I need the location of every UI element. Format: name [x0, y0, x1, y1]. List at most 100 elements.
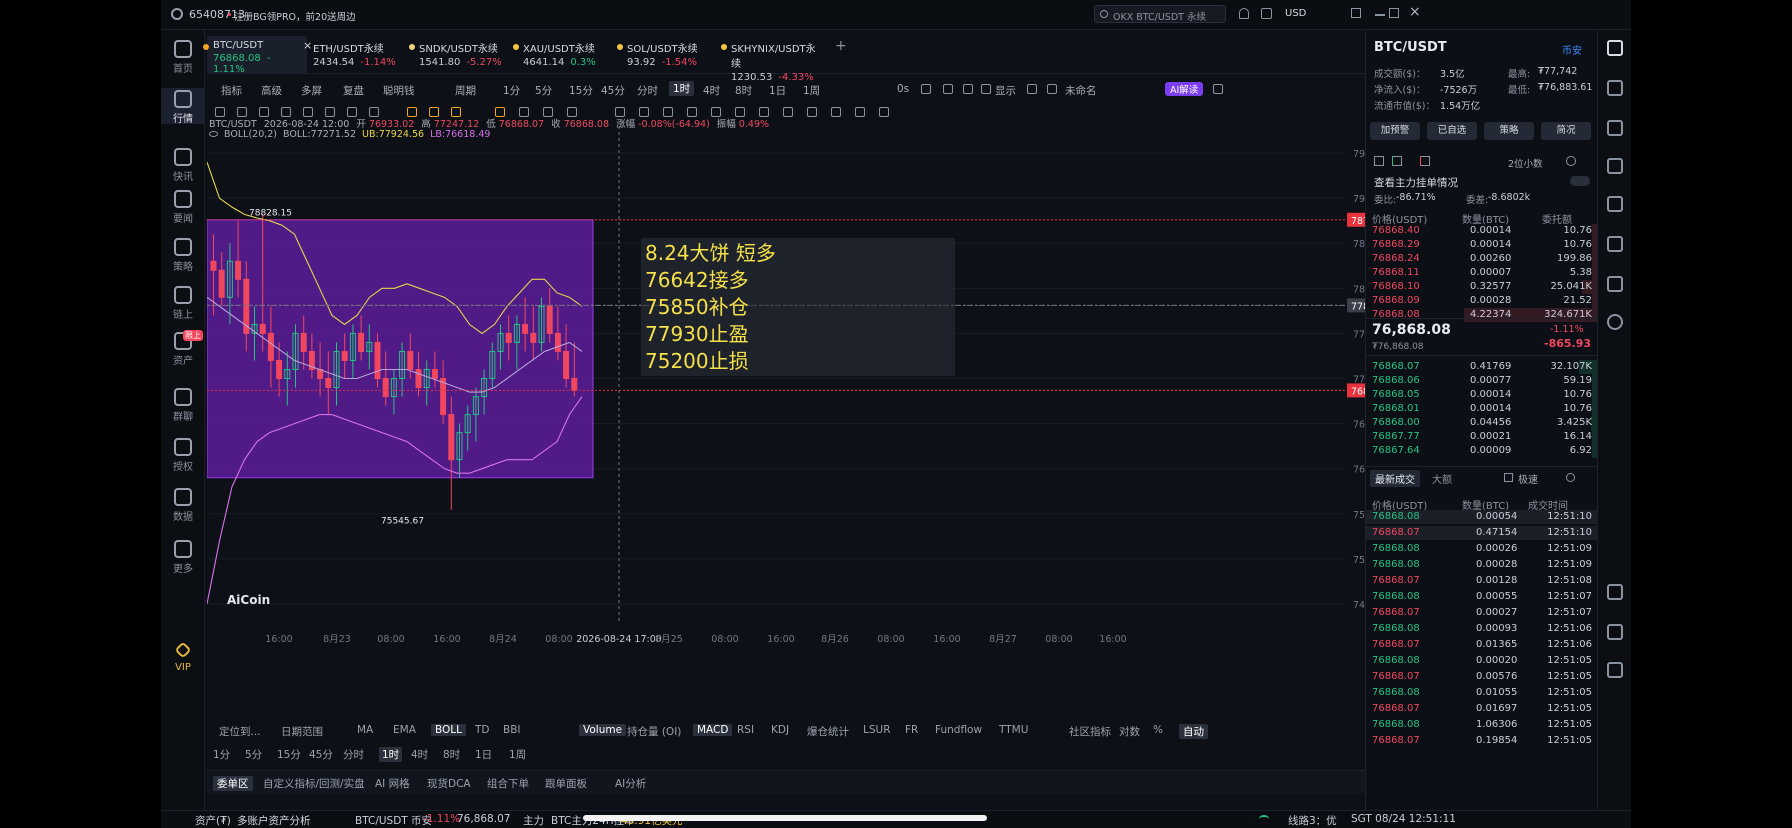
panel-tab-6[interactable]: AI分析 [615, 776, 646, 791]
settings-icon[interactable] [1047, 84, 1057, 94]
wallet-panel-icon[interactable] [1607, 120, 1623, 136]
panel-tab-0[interactable]: 委单区 [213, 776, 253, 791]
nav-item-4[interactable]: 策略 [161, 236, 205, 273]
trash-icon[interactable] [831, 107, 841, 117]
fullscreen-icon[interactable] [1027, 84, 1037, 94]
candle-down[interactable] [210, 260, 217, 271]
toolbar-item-4[interactable]: 聪明钱 [383, 83, 415, 98]
toolbar-item-12[interactable]: 4时 [703, 83, 720, 98]
translate-icon[interactable] [1261, 8, 1272, 19]
window-minimize-icon[interactable] [1375, 14, 1385, 16]
toolbar-item-15[interactable]: 1周 [803, 83, 820, 98]
candle-down[interactable] [218, 269, 225, 298]
candle-down[interactable] [259, 323, 266, 334]
orderbook-row[interactable]: 76868.10 0.32577 25.041K [1366, 280, 1598, 294]
eye-icon[interactable] [209, 131, 218, 137]
orderbook-row[interactable]: 76868.05 0.00014 10.76 [1366, 388, 1598, 402]
redo-icon[interactable] [879, 107, 889, 117]
indicator-1[interactable]: 日期范围 [281, 724, 323, 739]
tab-large-trades[interactable]: 大额 [1432, 471, 1452, 486]
chart-area[interactable]: 79500.0079000.0078500.0078000.0077500.00… [206, 119, 1525, 696]
interval-5[interactable]: 1时 [379, 747, 403, 762]
line-status[interactable]: 线路3：优 [1288, 813, 1337, 828]
indicator-10[interactable]: RSI [737, 724, 754, 736]
candle-down[interactable] [235, 260, 242, 280]
ticker-pair[interactable]: BTC/USDT 币安 [355, 813, 432, 828]
candlestick-chart[interactable]: 79500.0079000.0078500.0078000.0077500.00… [206, 126, 1525, 696]
interval-9[interactable]: 1周 [509, 747, 526, 762]
depth-toggle[interactable] [1570, 176, 1590, 186]
nav-item-1[interactable]: 行情 [161, 88, 205, 125]
indicator-16[interactable]: TTMU [999, 724, 1028, 736]
add-tab-icon[interactable]: + [835, 38, 847, 54]
orderbook-view-icon[interactable] [1374, 156, 1384, 166]
depth-title[interactable]: 查看主力挂单情况 [1374, 175, 1458, 190]
headset-icon[interactable] [1607, 624, 1623, 640]
nav-item-8[interactable]: 授权 [161, 436, 205, 473]
toolbar-right-0[interactable]: 0s [897, 83, 909, 95]
decimals-select[interactable]: 2位小数 [1508, 156, 1543, 170]
indicator-7[interactable]: Volume [579, 724, 627, 736]
candle-down[interactable] [415, 368, 422, 389]
indicator-19[interactable]: % [1153, 724, 1163, 736]
orderbook-asks-icon[interactable] [1420, 156, 1430, 166]
tab-symbol-4[interactable]: SOL/USDT永续 93.92 -1.54% [617, 36, 721, 74]
candle-down[interactable] [407, 350, 414, 370]
notice-link[interactable]: 注册BG领PRO，前20送周边 [234, 9, 356, 23]
window-icon[interactable] [963, 84, 973, 94]
toolbar-item-1[interactable]: 高级 [261, 83, 282, 98]
candle-down[interactable] [546, 305, 553, 334]
pencil-icon[interactable] [943, 84, 953, 94]
assets-label[interactable]: 资产(₮) [195, 813, 231, 828]
monitor-icon[interactable] [1607, 236, 1623, 252]
toolbar-right-2[interactable]: 未命名 [1065, 83, 1097, 98]
panel-tab-3[interactable]: 现货DCA [427, 776, 471, 791]
doc-list-icon[interactable] [1607, 80, 1623, 96]
interval-0[interactable]: 1分 [213, 747, 230, 762]
toolbar-item-2[interactable]: 多屏 [301, 83, 322, 98]
orderbook-row[interactable]: 76868.11 0.00007 5.38 [1366, 266, 1598, 280]
window-close-icon[interactable]: × [1409, 4, 1421, 20]
orderbook-row[interactable]: 76868.00 0.04456 3.425K [1366, 416, 1598, 430]
orderbook-layout-icon[interactable] [1607, 40, 1623, 56]
indicator-11[interactable]: KDJ [771, 724, 789, 736]
indicator-13[interactable]: LSUR [863, 724, 891, 736]
indicator-20[interactable]: 自动 [1179, 724, 1208, 739]
tab-symbol-5[interactable]: SKHYNIX/USDT永续 1230.53 -4.33% [721, 36, 825, 83]
candle-down[interactable] [522, 323, 529, 334]
grid-panel-icon[interactable] [1607, 584, 1623, 600]
nav-item-9[interactable]: 数据 [161, 486, 205, 523]
currency-select[interactable]: USD [1285, 8, 1306, 19]
toolbar-item-6[interactable]: 1分 [503, 83, 520, 98]
candle-down[interactable] [530, 332, 537, 343]
toolbar-right-1[interactable]: 显示 [995, 83, 1016, 98]
orderbook-row[interactable]: 76868.40 0.00014 10.76 [1366, 224, 1598, 238]
orderbook-bids-icon[interactable] [1392, 156, 1402, 166]
panel-tab-5[interactable]: 跟单面板 [545, 776, 587, 791]
palette-icon[interactable] [783, 107, 793, 117]
candle-down[interactable] [554, 332, 561, 352]
rp-market[interactable]: 币安 [1562, 42, 1582, 57]
candle-down[interactable] [505, 332, 512, 343]
interval-3[interactable]: 45分 [309, 747, 333, 762]
interval-6[interactable]: 4时 [411, 747, 428, 762]
tab-symbol-3[interactable]: XAU/USDT永续 4641.14 0.3% [513, 36, 617, 74]
search-box[interactable]: OKX BTC/USDT 永续 [1094, 5, 1226, 23]
filter-icon[interactable] [807, 107, 817, 117]
robot-panel-icon[interactable] [1607, 276, 1623, 292]
mascot-icon[interactable] [1607, 662, 1623, 678]
indicator-4[interactable]: BOLL [431, 724, 466, 736]
orderbook-row[interactable]: 76868.07 0.41769 32.107K [1366, 360, 1598, 374]
candle-down[interactable] [300, 332, 307, 352]
nav-item-7[interactable]: 群聊 [161, 386, 205, 423]
candle-down[interactable] [341, 350, 348, 361]
settings-gear-icon[interactable] [1566, 156, 1576, 166]
panel-tab-1[interactable]: 自定义指标/回测/实盘 [263, 776, 365, 791]
toolbar-item-0[interactable]: 指标 [221, 83, 242, 98]
panel-tab-2[interactable]: AI 网格 [375, 776, 410, 791]
candle-down[interactable] [440, 378, 447, 416]
tab-symbol-2[interactable]: SNDK/USDT永续 1541.80 -5.27% [409, 36, 513, 74]
share-icon[interactable] [1213, 84, 1223, 94]
tab-latest-trades[interactable]: 最新成交 [1370, 470, 1420, 487]
nav-item-6[interactable]: 资产 限上 [161, 330, 205, 367]
